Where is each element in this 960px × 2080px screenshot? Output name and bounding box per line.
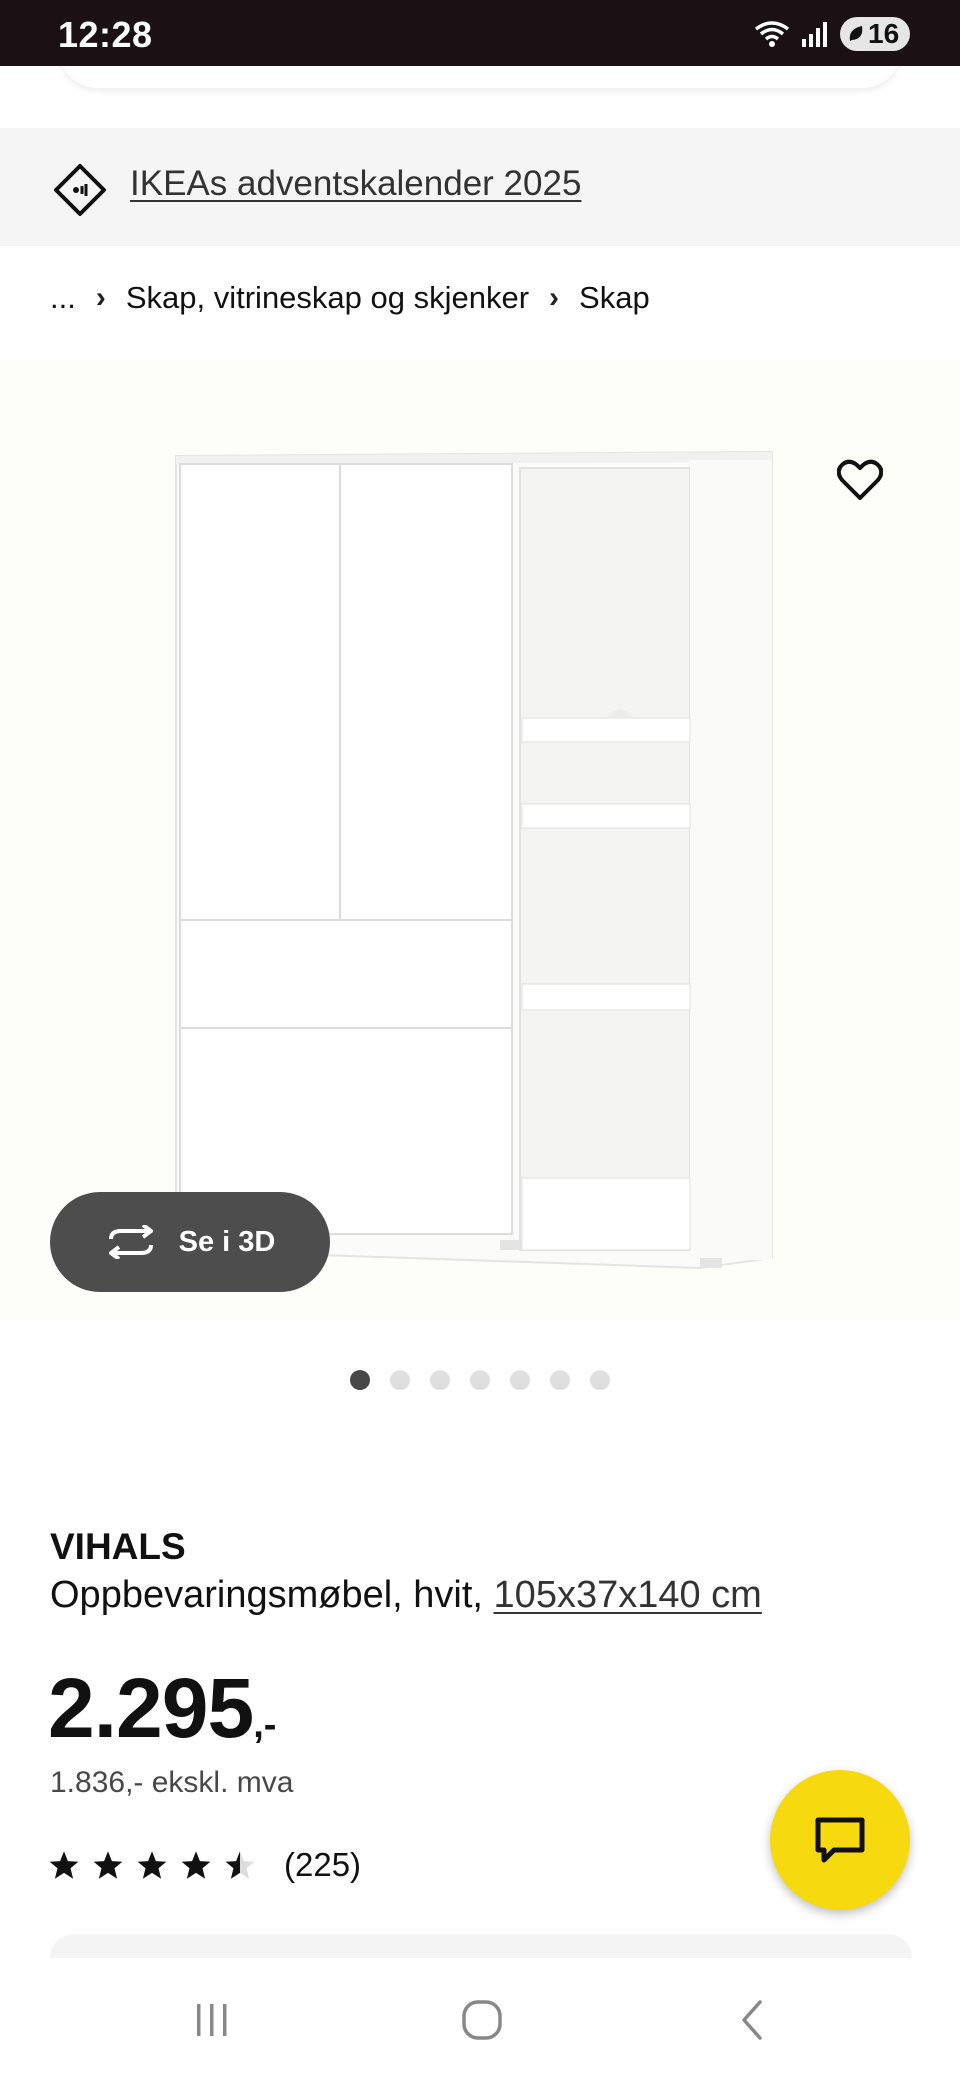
signal-icon: [802, 22, 827, 47]
status-bar: 12:28 16: [0, 0, 960, 66]
carousel-dot[interactable]: [390, 1370, 410, 1390]
half-star-icon: [225, 1851, 255, 1879]
status-icons: 16: [754, 16, 910, 52]
product-type: Oppbevaringsmøbel, hvit,: [50, 1574, 483, 1616]
home-icon: [462, 2000, 502, 2040]
breadcrumb: ... › Skap, vitrineskap og skjenker › Sk…: [50, 280, 650, 316]
advent-calendar-link[interactable]: IKEAs adventskalender 2025: [130, 164, 581, 204]
view-3d-button[interactable]: Se i 3D: [50, 1192, 330, 1292]
star-icon: [49, 1851, 79, 1879]
heart-icon: [837, 459, 883, 500]
review-count: (225): [284, 1846, 362, 1883]
price-ex-vat: 1.836,- ekskl. mva: [50, 1766, 294, 1799]
star-icon: [137, 1851, 167, 1879]
chevron-right-icon: ›: [549, 281, 560, 314]
carousel-dot[interactable]: [590, 1370, 610, 1390]
system-nav-bar: [0, 1958, 960, 2080]
carousel-dot[interactable]: [550, 1370, 570, 1390]
chevron-right-icon: ›: [95, 281, 106, 314]
star-icon: [93, 1851, 123, 1879]
back-icon: [742, 2000, 762, 2040]
star-icon: [181, 1851, 211, 1879]
cabinet-illustration: [175, 450, 773, 1270]
favorite-button[interactable]: [832, 452, 888, 508]
product-price: 2.295,-: [48, 1660, 276, 1757]
recent-apps-button[interactable]: [182, 1992, 242, 2048]
status-time: 12:28: [58, 14, 153, 55]
product-name: VIHALS: [50, 1526, 186, 1567]
price-amount: 2.295: [48, 1661, 254, 1755]
chat-button[interactable]: [770, 1770, 910, 1910]
battery-indicator: 16: [840, 17, 910, 51]
wifi-icon: [754, 21, 790, 47]
product-dimensions-link[interactable]: 105x37x140 cm: [494, 1574, 762, 1616]
chat-icon: [815, 1817, 865, 1863]
carousel-dot[interactable]: [350, 1370, 370, 1390]
product-image[interactable]: [0, 360, 960, 1320]
rating-stars: [48, 1850, 256, 1880]
rotate-3d-icon: [108, 1225, 153, 1259]
promo-banner[interactable]: IKEAs adventskalender 2025: [0, 128, 960, 246]
battery-level: 16: [868, 18, 900, 49]
breadcrumb-item-skap[interactable]: Skap: [579, 280, 650, 316]
price-tag-icon: [54, 164, 106, 216]
view-3d-label: Se i 3D: [178, 1225, 276, 1258]
home-button[interactable]: [452, 1992, 512, 2048]
carousel-dot[interactable]: [470, 1370, 490, 1390]
breadcrumb-ellipsis[interactable]: ...: [50, 280, 76, 316]
carousel-dot[interactable]: [430, 1370, 450, 1390]
back-button[interactable]: [722, 1992, 782, 2048]
carousel-dot[interactable]: [510, 1370, 530, 1390]
breadcrumb-item-cabinets[interactable]: Skap, vitrineskap og skjenker: [126, 280, 529, 316]
product-description: Oppbevaringsmøbel, hvit, 105x37x140 cm: [50, 1574, 762, 1617]
battery-saver-icon: [849, 26, 863, 41]
image-carousel-dots: [350, 1370, 610, 1390]
product-rating[interactable]: (225): [48, 1846, 361, 1884]
price-suffix: ,-: [253, 1704, 277, 1746]
recent-apps-icon: [197, 2004, 227, 2036]
